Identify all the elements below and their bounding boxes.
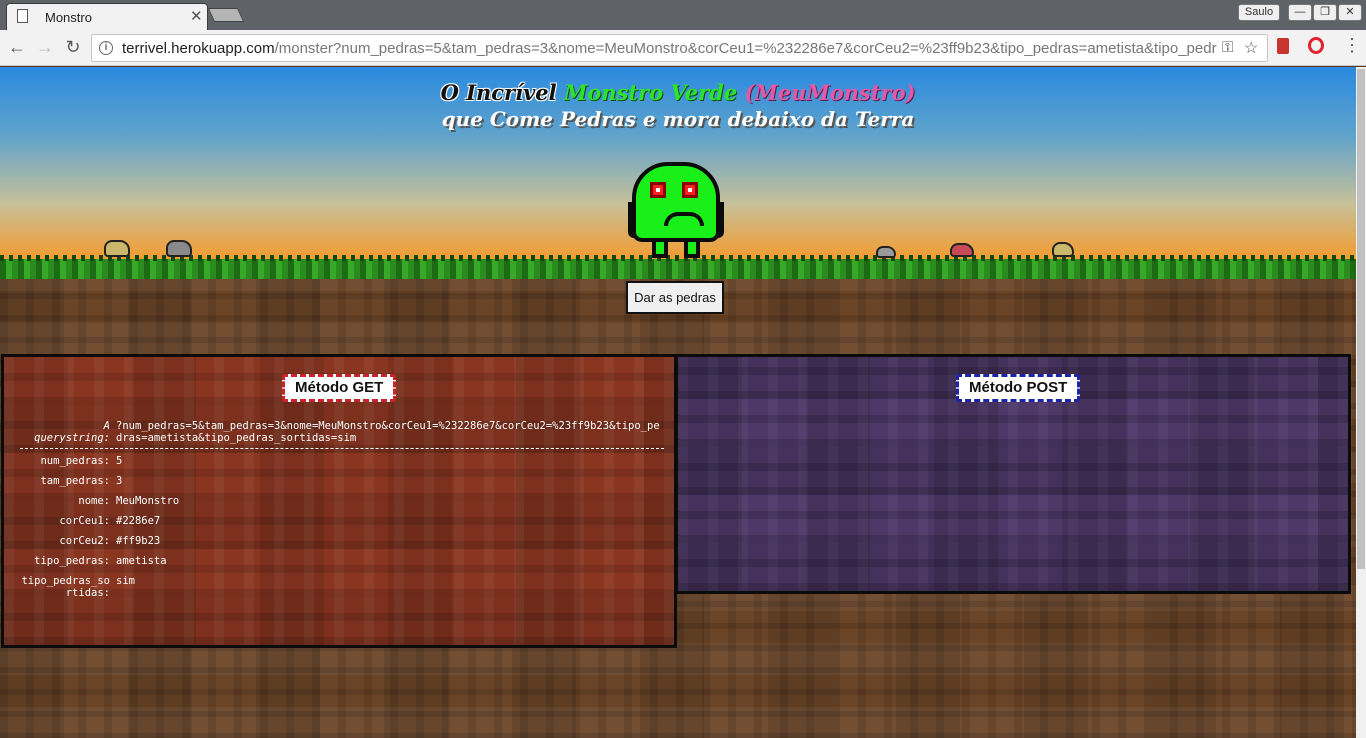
- monster-eye: [682, 182, 698, 198]
- url-path: /monster?num_pedras=5&tam_pedras=3&nome=…: [274, 40, 1217, 57]
- address-bar[interactable]: i terrivel.herokuapp.com/monster?num_ped…: [91, 34, 1268, 62]
- param-key: tipo_pedras:: [34, 555, 110, 567]
- browser-titlebar: Monstro ✕ Saulo — ❐ ✕: [0, 0, 1366, 30]
- page-icon: [17, 9, 28, 23]
- param-value: sim: [116, 575, 135, 587]
- querystring-label: A querystring:: [20, 420, 116, 444]
- monster-body: [632, 162, 720, 242]
- param-value: MeuMonstro: [116, 495, 180, 507]
- param-key: corCeu2:: [59, 535, 110, 547]
- monster-leg: [652, 240, 668, 258]
- param-value: #2286e7: [116, 515, 161, 527]
- param-key: num_pedras:: [40, 455, 110, 467]
- scrollbar[interactable]: [1356, 67, 1366, 738]
- param-value: #ff9b23: [116, 535, 161, 547]
- minimize-button[interactable]: —: [1288, 4, 1312, 21]
- param-row: num_pedras: 5: [20, 455, 664, 467]
- rock: [950, 243, 974, 257]
- page-title: O Incrível Monstro Verde (MeuMonstro): [0, 80, 1356, 105]
- maximize-button[interactable]: ❐: [1313, 4, 1337, 21]
- rock: [1052, 242, 1074, 257]
- title-part-2: Monstro Verde: [563, 80, 738, 105]
- param-key: nome:: [78, 495, 110, 507]
- page-content: O Incrível Monstro Verde (MeuMonstro) qu…: [0, 67, 1356, 738]
- param-row: tipo_pedras_sortidas: sim: [20, 575, 664, 599]
- monster-leg: [684, 240, 700, 258]
- browser-toolbar: ← → ↻ i terrivel.herokuapp.com/monster?n…: [0, 30, 1366, 66]
- post-panel-title: Método POST: [956, 374, 1081, 402]
- url-host: terrivel.herokuapp.com: [122, 40, 275, 57]
- give-stones-button[interactable]: Dar as pedras: [626, 281, 724, 314]
- page-subtitle: que Come Pedras e mora debaixo da Terra: [441, 107, 915, 131]
- new-tab-button[interactable]: [207, 8, 245, 22]
- querystring-label-text: querystring:: [34, 432, 110, 444]
- tab-title: Monstro: [45, 10, 92, 25]
- close-window-button[interactable]: ✕: [1338, 4, 1362, 21]
- param-key: tam_pedras:: [40, 475, 110, 487]
- scrollbar-thumb[interactable]: [1357, 69, 1365, 569]
- param-value: 5: [116, 455, 123, 467]
- get-panel-title: Método GET: [282, 374, 397, 402]
- rock: [876, 246, 896, 258]
- param-row: nome: MeuMonstro: [20, 495, 664, 507]
- rock: [104, 240, 130, 257]
- param-value: ametista: [116, 555, 167, 567]
- querystring-row: A querystring: ?num_pedras=5&tam_pedras=…: [20, 420, 664, 449]
- param-key: corCeu1:: [59, 515, 110, 527]
- profile-button[interactable]: Saulo: [1238, 4, 1280, 21]
- bookmark-star-icon[interactable]: ☆: [1244, 38, 1258, 58]
- querystring-value: ?num_pedras=5&tam_pedras=3&nome=MeuMonst…: [116, 420, 660, 444]
- reload-icon[interactable]: ↻: [62, 37, 84, 58]
- info-icon[interactable]: i: [99, 41, 113, 55]
- opera-icon[interactable]: [1308, 37, 1324, 54]
- key-icon[interactable]: ⚿: [1222, 39, 1233, 56]
- grass: [0, 259, 1356, 279]
- post-method-panel: Método POST: [675, 354, 1351, 594]
- title-part-3: (MeuMonstro): [744, 80, 916, 105]
- menu-icon[interactable]: ⋮: [1343, 35, 1361, 56]
- rock: [166, 240, 192, 257]
- back-icon[interactable]: ←: [6, 37, 28, 58]
- monster: [628, 162, 724, 260]
- param-value: 3: [116, 475, 123, 487]
- monster-eye: [650, 182, 666, 198]
- param-row: tam_pedras: 3: [20, 475, 664, 487]
- param-row: corCeu1: #2286e7: [20, 515, 664, 527]
- param-row: tipo_pedras: ametista: [20, 555, 664, 567]
- get-method-panel: Método GET A querystring: ?num_pedras=5&…: [1, 354, 677, 648]
- params-list: A querystring: ?num_pedras=5&tam_pedras=…: [20, 420, 664, 607]
- monster-mouth: [664, 212, 704, 226]
- title-part-1: O Incrível: [440, 80, 557, 105]
- url-text[interactable]: terrivel.herokuapp.com/monster?num_pedra…: [122, 40, 1217, 57]
- extension-bookmark-icon[interactable]: [1277, 38, 1289, 54]
- param-key: tipo_pedras_sortidas:: [21, 575, 110, 599]
- param-row: corCeu2: #ff9b23: [20, 535, 664, 547]
- querystring-label-prefix: A: [103, 420, 110, 432]
- tab-close-icon[interactable]: ✕: [190, 7, 203, 25]
- forward-icon[interactable]: →: [34, 37, 56, 58]
- browser-tab[interactable]: Monstro ✕: [6, 3, 208, 30]
